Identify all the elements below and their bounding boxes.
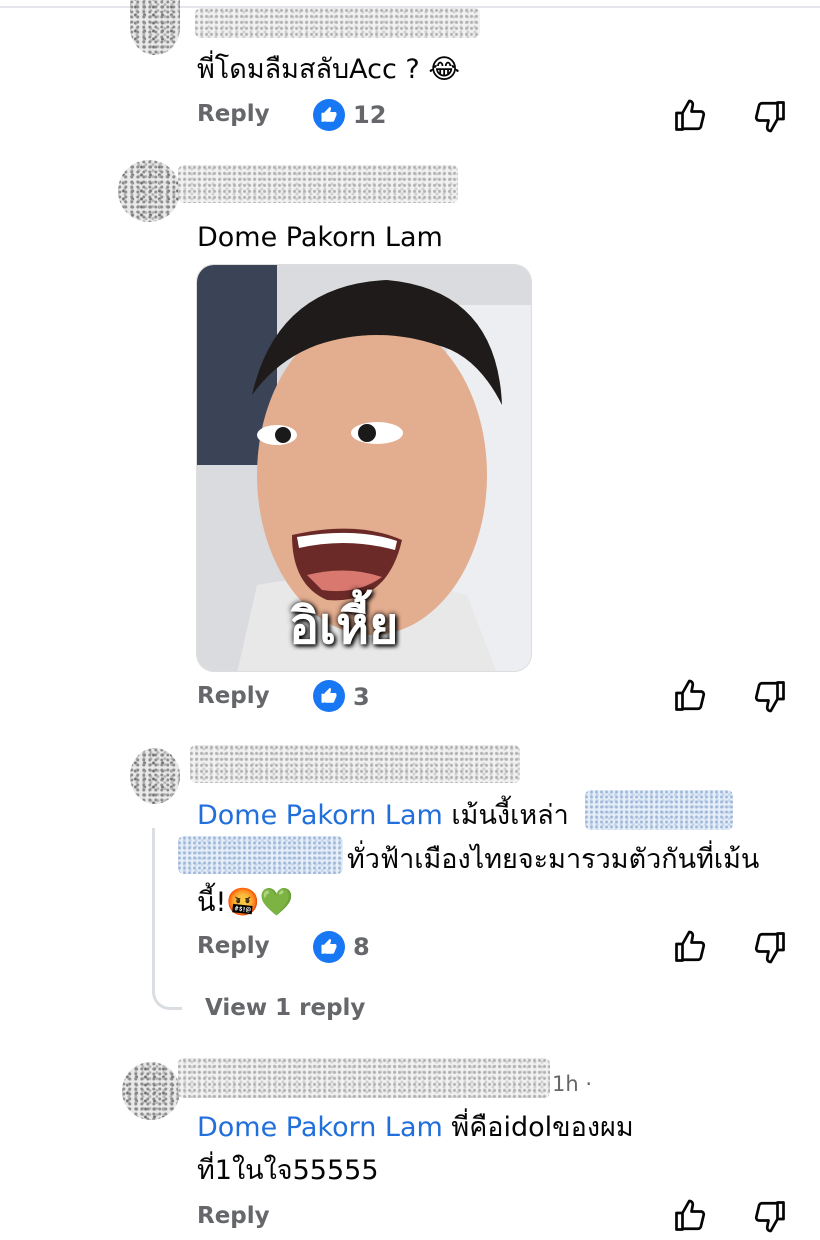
mention-link[interactable]: Dome Pakorn Lam — [197, 1112, 443, 1143]
mention-redacted[interactable] — [585, 790, 733, 830]
avatar[interactable] — [130, 748, 180, 804]
downvote-icon[interactable] — [752, 1198, 788, 1234]
author-name-redacted[interactable] — [178, 1058, 550, 1098]
author-name-redacted[interactable] — [178, 165, 458, 203]
comment-text: Dome Pakorn Lam — [197, 222, 443, 253]
like-count[interactable]: 3 — [353, 683, 370, 711]
upvote-icon[interactable] — [672, 1198, 708, 1234]
comment-text: นี้!🤬💚 — [197, 887, 294, 918]
comment-text-line: Dome Pakorn Lam เม้นงี้เหล่า — [197, 796, 569, 836]
mention-link[interactable]: Dome Pakorn Lam — [197, 800, 443, 831]
timestamp[interactable]: 1h · — [552, 1072, 592, 1096]
comment-text: เม้นงี้เหล่า — [451, 800, 569, 831]
author-name-redacted[interactable] — [195, 8, 480, 38]
author-name-redacted[interactable] — [190, 745, 520, 783]
gif-caption: อิเหี้ย — [289, 597, 399, 655]
comment-thread: พี่โดมลืมสลับAcc ? 😂 Reply 12 Dome Pakor… — [0, 0, 820, 1240]
avatar[interactable] — [118, 160, 180, 222]
like-count[interactable]: 12 — [353, 101, 386, 129]
avatar[interactable] — [122, 1062, 180, 1120]
like-count[interactable]: 8 — [353, 933, 370, 961]
comment-text-line: Dome Pakorn Lam พี่คือidolของผม — [197, 1108, 634, 1148]
like-reaction-icon[interactable] — [313, 931, 345, 963]
reply-button[interactable]: Reply — [197, 683, 270, 709]
comment-text: พี่คือidolของผม — [451, 1112, 634, 1143]
downvote-icon[interactable] — [752, 98, 788, 134]
reply-button[interactable]: Reply — [197, 101, 270, 127]
reply-button[interactable]: Reply — [197, 1203, 270, 1229]
upvote-icon[interactable] — [672, 678, 708, 714]
upvote-icon[interactable] — [672, 98, 708, 134]
like-reaction-icon[interactable] — [313, 99, 345, 131]
comment-text: พี่โดมลืมสลับAcc ? 😂 — [197, 54, 460, 85]
downvote-icon[interactable] — [752, 678, 788, 714]
comment-text: ที่1ในใจ55555 — [197, 1155, 379, 1186]
view-replies-link[interactable]: View 1 reply — [205, 995, 365, 1021]
gif-attachment[interactable]: อิเหี้ย — [196, 264, 532, 672]
mention-redacted[interactable] — [178, 836, 343, 874]
upvote-icon[interactable] — [672, 929, 708, 965]
reply-button[interactable]: Reply — [197, 933, 270, 959]
downvote-icon[interactable] — [752, 929, 788, 965]
like-reaction-icon[interactable] — [313, 680, 345, 712]
comment-text: ทั่วฟ้าเมืองไทยจะมารวมตัวกันที่เม้น — [347, 844, 760, 875]
avatar[interactable] — [130, 0, 180, 55]
